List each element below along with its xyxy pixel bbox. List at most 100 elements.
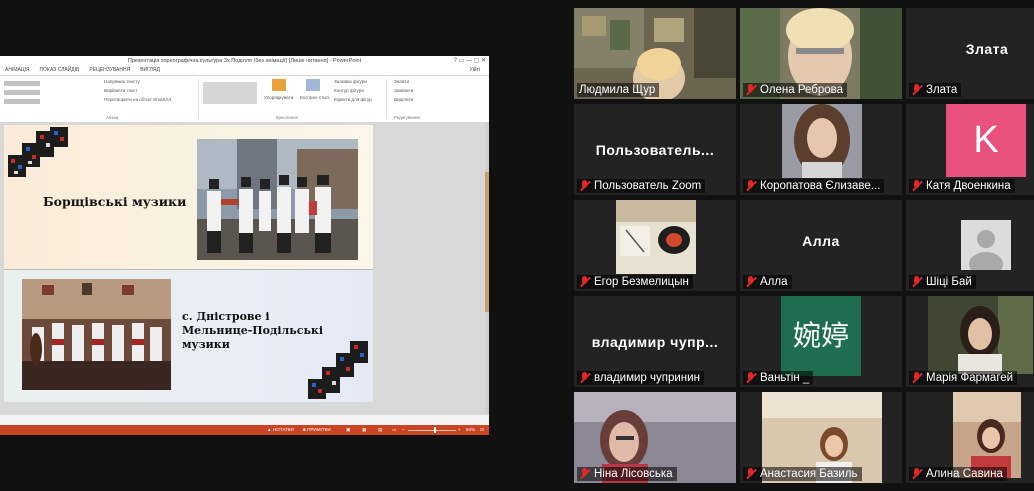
- tab-animation[interactable]: АНІМАЦІЯ: [0, 66, 35, 75]
- text-direction-button[interactable]: Напрямок тексту: [104, 79, 140, 84]
- slide-sorter-icon[interactable]: ▦: [362, 425, 366, 435]
- participant-tile[interactable]: владимир чупр... владимир чупринин: [574, 296, 736, 387]
- ribbon: Напрямок тексту Вирівняти текст Перетвор…: [0, 76, 489, 123]
- group-separator: [386, 79, 387, 119]
- participant-display-name: Пользователь...: [595, 142, 715, 158]
- list-buttons-icon[interactable]: [4, 81, 40, 86]
- fit-to-window-icon[interactable]: ⊡: [480, 425, 484, 435]
- muted-mic-icon: [911, 468, 922, 480]
- align-buttons-icon[interactable]: [4, 99, 40, 104]
- muted-mic-icon: [745, 372, 756, 384]
- participant-tile[interactable]: Алина Савина: [906, 392, 1034, 483]
- shapes-gallery-icon[interactable]: [203, 82, 257, 104]
- participant-name-tag: Алина Савина: [909, 467, 1007, 481]
- participant-video: [928, 296, 1033, 374]
- participant-name-tag: Олена Реброва: [743, 83, 848, 97]
- participant-name-tag: Шіці Бай: [909, 275, 976, 289]
- editing-group-label: Редагування: [394, 115, 420, 120]
- muted-mic-icon: [911, 180, 922, 192]
- tab-review[interactable]: РЕЦЕНЗУВАННЯ: [84, 66, 135, 75]
- ribbon-tabs: АНІМАЦІЯ ПОКАЗ СЛАЙДІВ РЕЦЕНЗУВАННЯ ВИГЛ…: [0, 66, 489, 76]
- status-bar: ▲ НОТАТКИ ■ ПРИМІТКИ ▣ ▦ ▤ ▭ − + 64% ⊡: [0, 425, 489, 435]
- paragraph-group-label: Абзац: [106, 115, 119, 120]
- participant-tile[interactable]: 婉婷 Ваньтін _: [740, 296, 902, 387]
- slide-divider: [4, 269, 373, 270]
- participant-tile[interactable]: Анастасия Базиль: [740, 392, 902, 483]
- participant-name-tag: Анастасия Базиль: [743, 467, 862, 481]
- participant-tile[interactable]: K Катя Двоенкина: [906, 104, 1034, 195]
- participant-avatar: 婉婷: [781, 296, 861, 376]
- participant-name-tag: Марія Фармагей: [909, 371, 1018, 385]
- select-button[interactable]: Виділити: [394, 97, 413, 102]
- photo-dnistrove-musicians: [22, 279, 171, 390]
- muted-mic-icon: [745, 468, 756, 480]
- participant-name-tag: владимир чупринин: [577, 371, 704, 385]
- zoom-slider[interactable]: [408, 429, 456, 431]
- muted-mic-icon: [579, 372, 590, 384]
- muted-mic-icon: [911, 372, 922, 384]
- find-button[interactable]: Знайти: [394, 79, 409, 84]
- participant-tile[interactable]: Марія Фармагей: [906, 296, 1034, 387]
- replace-button[interactable]: Замінити: [394, 88, 413, 93]
- participant-avatar: K: [946, 104, 1026, 177]
- slideshow-icon[interactable]: ▭: [392, 425, 396, 435]
- participant-tile[interactable]: Людмила Щур: [574, 8, 736, 99]
- powerpoint-title-bar: Презентація хореографічна культура Зх.По…: [0, 56, 489, 66]
- participant-tile[interactable]: Коропатова Єлизаве...: [740, 104, 902, 195]
- participant-tile[interactable]: Олена Реброва: [740, 8, 902, 99]
- participant-name-tag: Ваньтін _: [743, 371, 814, 385]
- participant-video: [953, 392, 1021, 478]
- smartart-button[interactable]: Перетворити на об'єкт SmartArt: [104, 97, 171, 102]
- muted-mic-icon: [579, 276, 590, 288]
- arrange-icon: [272, 79, 286, 91]
- shape-effects-button[interactable]: Ефекти для фігур: [334, 97, 372, 102]
- tab-slideshow[interactable]: ПОКАЗ СЛАЙДІВ: [35, 66, 85, 75]
- zoom-out-icon[interactable]: −: [402, 425, 405, 435]
- photo-borshchiv-musicians: [197, 139, 358, 260]
- sign-in-link[interactable]: Уійті: [465, 66, 485, 75]
- zoom-level[interactable]: 64%: [466, 425, 475, 435]
- arrange-button[interactable]: Упорядкувати: [264, 95, 293, 100]
- shape-fill-button[interactable]: Заливка фігури: [334, 79, 367, 84]
- embroidery-ornament-bottom: [308, 341, 368, 399]
- muted-mic-icon: [579, 468, 590, 480]
- participant-name-tag: Злата: [909, 83, 962, 97]
- shared-powerpoint-window: Презентація хореографічна культура Зх.По…: [0, 56, 489, 435]
- participant-display-name: Злата: [965, 41, 1009, 57]
- tab-view[interactable]: ВИГЛЯД: [135, 66, 165, 75]
- participant-video: [782, 104, 862, 178]
- participant-name-tag: Людмила Щур: [577, 83, 660, 97]
- drawing-group-label: Креслення: [276, 115, 298, 120]
- participant-tile[interactable]: Алла Алла: [740, 200, 902, 291]
- participant-name-tag: Алла: [743, 275, 792, 289]
- indent-buttons-icon[interactable]: [4, 90, 40, 95]
- normal-view-icon[interactable]: ▣: [346, 425, 350, 435]
- zoom-in-icon[interactable]: +: [458, 425, 461, 435]
- participant-video: [616, 200, 696, 274]
- participant-tile[interactable]: Ніна Лісовська: [574, 392, 736, 483]
- scrollbar-thumb[interactable]: [485, 172, 489, 312]
- participant-tile[interactable]: Пользователь... Пользователь Zoom: [574, 104, 736, 195]
- shape-outline-button[interactable]: Контур фігури: [334, 88, 364, 93]
- embroidery-ornament-top: [8, 127, 68, 177]
- window-title: Презентація хореографічна культура Зх.По…: [127, 58, 362, 64]
- notes-button[interactable]: ▲ НОТАТКИ: [267, 425, 294, 435]
- window-controls[interactable]: ? ▭ — ▢ ✕: [454, 56, 486, 66]
- muted-mic-icon: [579, 180, 590, 192]
- align-text-button[interactable]: Вирівняти текст: [104, 88, 138, 93]
- participant-tile[interactable]: Егор Безмелицын: [574, 200, 736, 291]
- reading-view-icon[interactable]: ▤: [378, 425, 382, 435]
- participant-tile[interactable]: Злата Злата: [906, 8, 1034, 99]
- slide: Борщівські музики с. Дністрове і Мельниц…: [4, 125, 373, 402]
- participant-tile[interactable]: Шіці Бай: [906, 200, 1034, 291]
- participant-name-tag: Ніна Лісовська: [577, 467, 677, 481]
- quick-styles-button[interactable]: Експрес-стилі: [300, 95, 330, 100]
- participant-display-name: Алла: [802, 233, 840, 249]
- muted-mic-icon: [911, 276, 922, 288]
- slide-heading-top: Борщівські музики: [43, 194, 187, 209]
- participant-name-tag: Коропатова Єлизаве...: [743, 179, 885, 193]
- comments-button[interactable]: ■ ПРИМІТКИ: [303, 425, 331, 435]
- group-separator: [198, 79, 199, 119]
- zoom-slider-knob[interactable]: [434, 427, 437, 433]
- quick-styles-icon: [306, 79, 320, 91]
